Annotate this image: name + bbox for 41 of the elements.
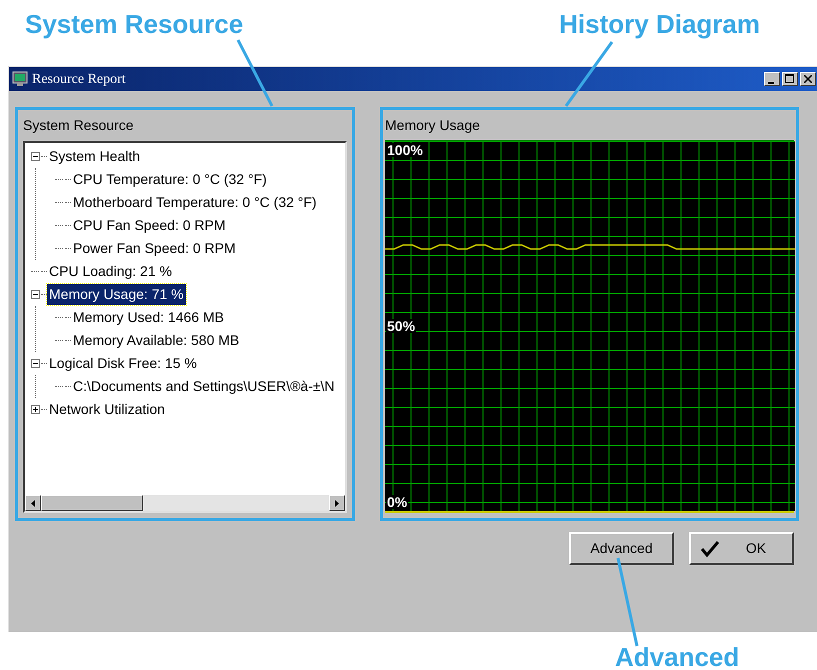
collapse-box-icon[interactable] <box>30 290 40 299</box>
scroll-left-button[interactable] <box>25 495 41 511</box>
scroll-right-button[interactable] <box>329 495 345 511</box>
window-title: Resource Report <box>32 70 126 88</box>
tree-item[interactable]: Memory Usage: 71 % <box>47 284 186 305</box>
panel-title: Memory Usage <box>385 116 481 135</box>
axis-label: 50% <box>386 319 416 333</box>
close-icon <box>804 75 812 83</box>
close-button[interactable] <box>800 72 816 86</box>
minimize-icon <box>768 81 776 85</box>
right-arrow-icon <box>335 500 339 506</box>
callout-label: System Resource <box>25 8 244 40</box>
ok-button[interactable]: OK <box>689 532 794 565</box>
collapse-box-icon[interactable] <box>30 359 40 368</box>
callout-label: Advanced <box>615 641 740 670</box>
expand-box-icon[interactable] <box>30 405 40 414</box>
collapse-box-icon[interactable] <box>30 152 40 161</box>
monitor-icon <box>12 71 28 87</box>
tree-item[interactable]: Network Utilization <box>47 399 167 420</box>
scroll-thumb[interactable] <box>41 495 143 511</box>
panel-title: System Resource <box>23 116 134 135</box>
maximize-icon <box>785 74 795 84</box>
tree-item[interactable]: C:\Documents and Settings\USER\®à-±\N <box>71 376 337 397</box>
tree-item[interactable]: System Health <box>47 146 142 167</box>
maximize-button[interactable] <box>782 72 798 86</box>
tree-item[interactable]: Power Fan Speed: 0 RPM <box>71 238 238 259</box>
tree-item[interactable]: Motherboard Temperature: 0 °C (32 °F) <box>71 192 319 213</box>
tree-item[interactable]: CPU Temperature: 0 °C (32 °F) <box>71 169 269 190</box>
axis-label: 0% <box>386 495 408 509</box>
advanced-button[interactable]: Advanced <box>569 532 674 565</box>
tree-item[interactable]: Memory Used: 1466 MB <box>71 307 226 328</box>
tree-item[interactable]: Logical Disk Free: 15 % <box>47 353 199 374</box>
horizontal-scrollbar[interactable] <box>25 495 345 511</box>
tree-item[interactable]: CPU Fan Speed: 0 RPM <box>71 215 228 236</box>
left-arrow-icon <box>31 500 35 506</box>
tree-item[interactable]: Memory Available: 580 MB <box>71 330 242 351</box>
callout-label: History Diagram <box>559 8 760 40</box>
tree-item[interactable]: CPU Loading: 21 % <box>47 261 174 282</box>
check-icon <box>700 540 720 558</box>
axis-label: 100% <box>386 143 424 157</box>
minimize-button[interactable] <box>764 72 780 86</box>
